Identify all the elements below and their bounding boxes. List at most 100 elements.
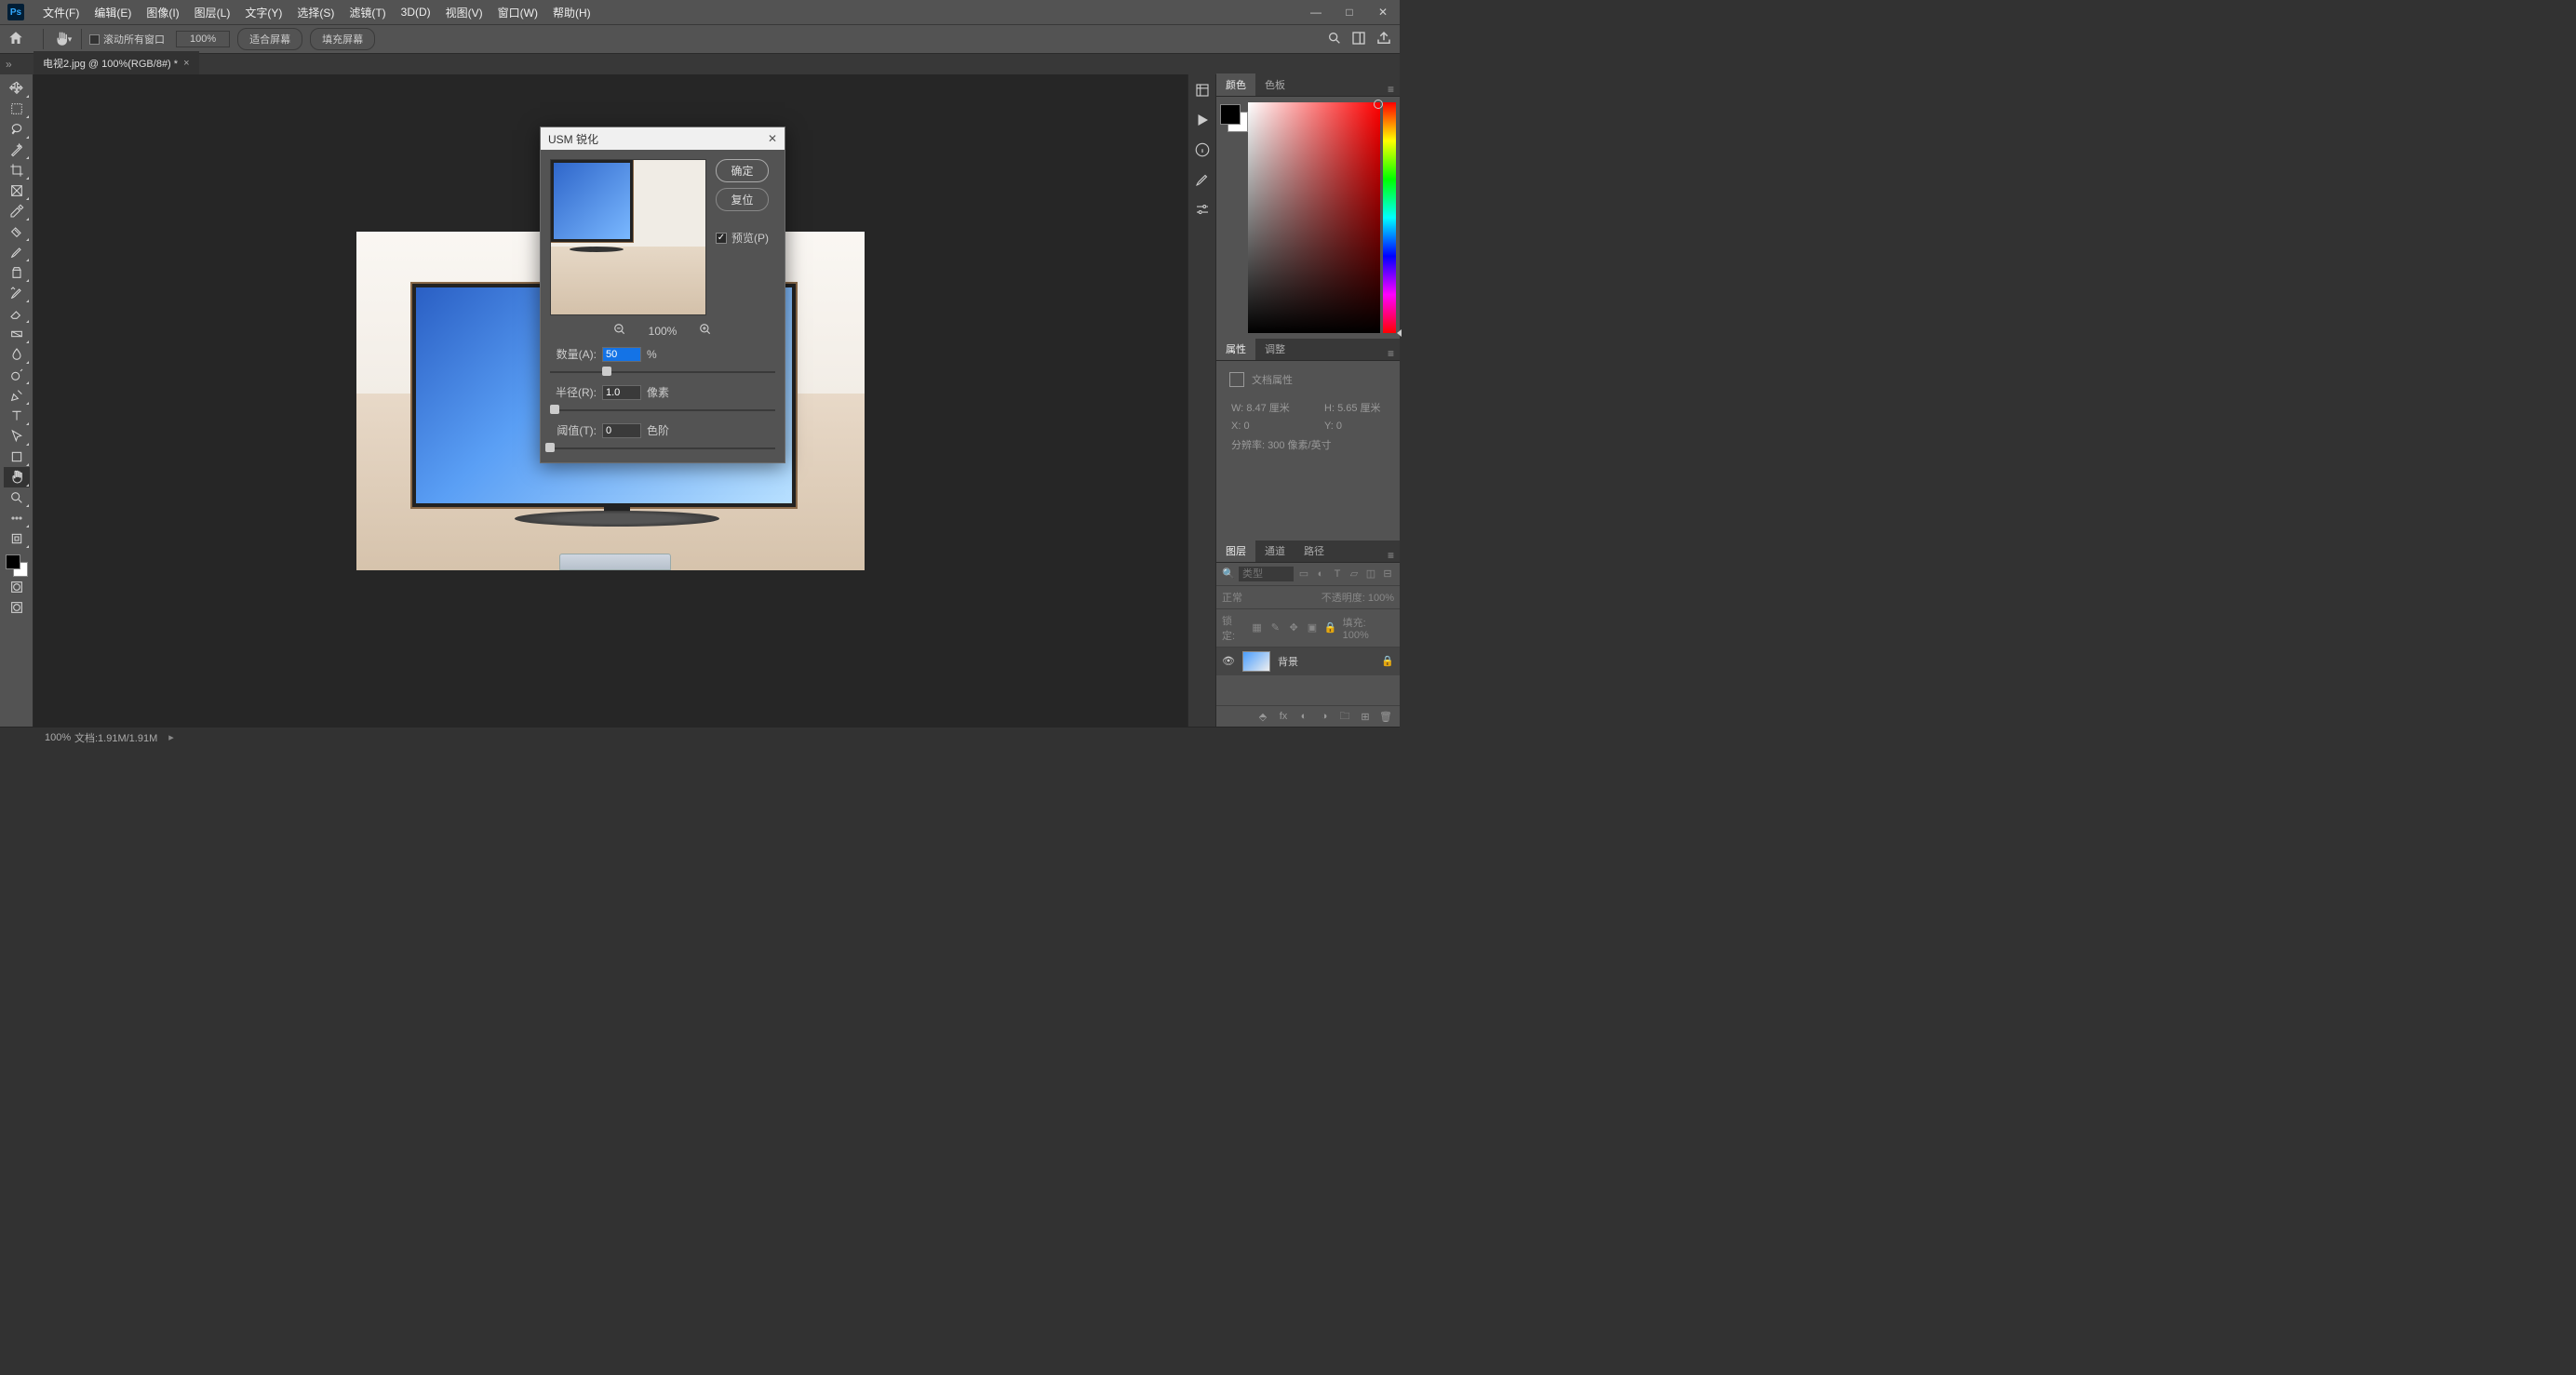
panel-menu-icon[interactable]: ≡ bbox=[1382, 83, 1400, 96]
quick-mask-tool[interactable] bbox=[4, 577, 30, 597]
lock-all-icon[interactable]: 🔒 bbox=[1324, 621, 1337, 634]
new-layer-icon[interactable]: ⊞ bbox=[1359, 710, 1372, 723]
layer-row-background[interactable]: 👁 背景 🔒 bbox=[1216, 647, 1400, 675]
menu-item[interactable]: 3D(D) bbox=[394, 0, 438, 24]
brush-tool[interactable] bbox=[4, 242, 30, 262]
threshold-slider[interactable] bbox=[550, 447, 775, 449]
menu-item[interactable]: 选择(S) bbox=[289, 0, 342, 24]
window-close[interactable]: ✕ bbox=[1366, 0, 1400, 24]
lasso-tool[interactable] bbox=[4, 119, 30, 140]
dodge-tool[interactable] bbox=[4, 365, 30, 385]
shape-tool[interactable] bbox=[4, 447, 30, 467]
menu-item[interactable]: 滤镜(T) bbox=[342, 0, 393, 24]
eyedropper-tool[interactable] bbox=[4, 201, 30, 221]
panel-adjustments-icon[interactable] bbox=[1194, 201, 1211, 218]
threshold-input[interactable] bbox=[602, 423, 641, 438]
fill-field[interactable]: 100% bbox=[1343, 630, 1369, 641]
type-tool[interactable] bbox=[4, 406, 30, 426]
document-tab-close[interactable]: × bbox=[183, 58, 189, 69]
tab-channels[interactable]: 通道 bbox=[1255, 540, 1295, 562]
fg-color-swatch[interactable] bbox=[1220, 104, 1241, 125]
panel-actions-icon[interactable] bbox=[1194, 112, 1211, 128]
color-picker-field[interactable] bbox=[1248, 102, 1380, 333]
path-select-tool[interactable] bbox=[4, 426, 30, 447]
hue-slider[interactable] bbox=[1383, 102, 1396, 333]
amount-input[interactable] bbox=[602, 347, 641, 362]
home-icon[interactable] bbox=[7, 30, 26, 48]
link-layers-icon[interactable]: ⬘ bbox=[1256, 710, 1269, 723]
ellipsis-tool[interactable] bbox=[4, 508, 30, 528]
magic-wand-tool[interactable] bbox=[4, 140, 30, 160]
zoom-tool[interactable] bbox=[4, 487, 30, 508]
move-tool[interactable] bbox=[4, 78, 30, 99]
opacity-field[interactable]: 100% bbox=[1368, 593, 1394, 604]
filter-toggle-icon[interactable]: ⊟ bbox=[1381, 567, 1394, 581]
window-maximize[interactable]: □ bbox=[1333, 0, 1366, 24]
layer-thumbnail[interactable] bbox=[1242, 651, 1270, 672]
filter-shape-icon[interactable]: ▱ bbox=[1348, 567, 1361, 581]
status-arrow-icon[interactable]: ▸ bbox=[168, 731, 174, 743]
menu-item[interactable]: 文字(Y) bbox=[237, 0, 289, 24]
tab-properties[interactable]: 属性 bbox=[1216, 338, 1255, 360]
panel-brush-icon[interactable] bbox=[1194, 171, 1211, 188]
amount-slider[interactable] bbox=[550, 371, 775, 373]
filter-search-icon[interactable]: 🔍 bbox=[1222, 567, 1235, 581]
ok-button[interactable]: 确定 bbox=[716, 159, 769, 182]
filter-adjust-icon[interactable]: ◐ bbox=[1314, 567, 1327, 581]
panel-info-icon[interactable] bbox=[1194, 141, 1211, 158]
search-icon[interactable] bbox=[1327, 31, 1342, 48]
fill-screen-button[interactable]: 填充屏幕 bbox=[310, 28, 375, 50]
menu-item[interactable]: 视图(V) bbox=[438, 0, 490, 24]
fit-screen-button[interactable]: 适合屏幕 bbox=[237, 28, 302, 50]
eraser-tool[interactable] bbox=[4, 303, 30, 324]
tab-layers[interactable]: 图层 bbox=[1216, 540, 1255, 562]
preview-checkbox[interactable]: ✓ 预览(P) bbox=[716, 230, 769, 246]
panel-menu-icon[interactable]: ≡ bbox=[1382, 549, 1400, 562]
panel-menu-icon[interactable]: ≡ bbox=[1382, 347, 1400, 360]
lock-artboard-icon[interactable]: ▣ bbox=[1306, 621, 1319, 634]
filter-smart-icon[interactable]: ◫ bbox=[1364, 567, 1377, 581]
tab-swatches[interactable]: 色板 bbox=[1255, 73, 1295, 96]
menu-item[interactable]: 图层(L) bbox=[187, 0, 238, 24]
status-zoom[interactable]: 100% bbox=[7, 732, 63, 743]
lock-pixels-icon[interactable]: ▦ bbox=[1251, 621, 1264, 634]
document-tab[interactable]: 电视2.jpg @ 100%(RGB/8#) * × bbox=[34, 51, 199, 74]
menu-item[interactable]: 窗口(W) bbox=[490, 0, 545, 24]
frame-tool[interactable] bbox=[4, 180, 30, 201]
gradient-tool[interactable] bbox=[4, 324, 30, 344]
tab-adjustments[interactable]: 调整 bbox=[1255, 338, 1295, 360]
blend-mode-select[interactable]: 正常 bbox=[1222, 590, 1278, 605]
lock-paint-icon[interactable]: ✎ bbox=[1268, 621, 1281, 634]
tab-paths[interactable]: 路径 bbox=[1295, 540, 1334, 562]
menu-item[interactable]: 图像(I) bbox=[139, 0, 186, 24]
pen-tool[interactable] bbox=[4, 385, 30, 406]
tab-expand-icon[interactable]: » bbox=[6, 58, 12, 71]
hand-tool-icon[interactable]: ▾ bbox=[51, 28, 74, 50]
lock-position-icon[interactable]: ✥ bbox=[1287, 621, 1300, 634]
zoom-in-icon[interactable] bbox=[699, 323, 712, 339]
menu-item[interactable]: 编辑(E) bbox=[87, 0, 139, 24]
scroll-all-windows-checkbox[interactable]: 滚动所有窗口 bbox=[89, 32, 165, 47]
marquee-tool[interactable] bbox=[4, 99, 30, 119]
healing-tool[interactable] bbox=[4, 221, 30, 242]
filter-type-icon[interactable]: T bbox=[1331, 567, 1344, 581]
hand-tool[interactable] bbox=[4, 467, 30, 487]
radius-slider[interactable] bbox=[550, 409, 775, 411]
new-group-icon[interactable]: 🗀 bbox=[1338, 710, 1351, 723]
edit-toolbar-tool[interactable] bbox=[4, 528, 30, 549]
crop-tool[interactable] bbox=[4, 160, 30, 180]
menu-item[interactable]: 文件(F) bbox=[35, 0, 87, 24]
clone-tool[interactable] bbox=[4, 262, 30, 283]
dialog-preview[interactable] bbox=[550, 159, 706, 315]
tab-color[interactable]: 颜色 bbox=[1216, 73, 1255, 96]
layer-filter-input[interactable] bbox=[1239, 567, 1294, 581]
layer-fx-icon[interactable]: fx bbox=[1277, 710, 1290, 723]
window-minimize[interactable]: — bbox=[1299, 0, 1333, 24]
color-swatches[interactable] bbox=[6, 554, 28, 577]
workspace-icon[interactable] bbox=[1351, 31, 1366, 48]
layer-mask-icon[interactable]: ◐ bbox=[1297, 710, 1310, 723]
reset-button[interactable]: 复位 bbox=[716, 188, 769, 211]
zoom-level-box[interactable]: 100% bbox=[176, 31, 230, 47]
zoom-out-icon[interactable] bbox=[613, 323, 626, 339]
share-icon[interactable] bbox=[1375, 30, 1392, 49]
